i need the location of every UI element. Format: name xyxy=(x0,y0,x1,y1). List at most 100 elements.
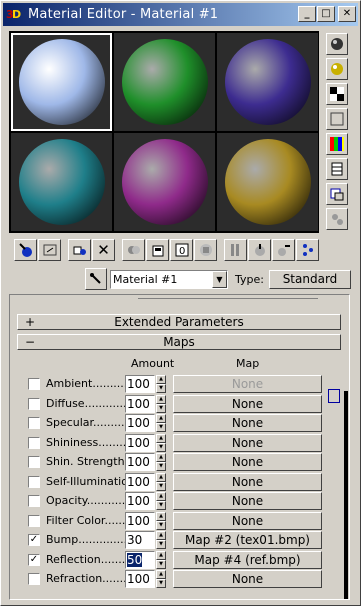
title-bar[interactable]: 3D Material Editor - Material #1 _ □ ✕ xyxy=(3,3,358,26)
spin-up-icon[interactable]: ▲ xyxy=(156,433,166,443)
amount-field[interactable]: 100 xyxy=(125,394,155,413)
select-by-material-icon[interactable] xyxy=(326,208,348,230)
map-button[interactable]: Map #4 (ref.bmp) xyxy=(173,550,322,569)
amount-field[interactable]: 100 xyxy=(125,433,155,452)
go-to-parent-icon[interactable] xyxy=(248,239,271,261)
make-preview-icon[interactable] xyxy=(326,158,348,180)
spin-up-icon[interactable]: ▲ xyxy=(156,375,166,384)
close-button[interactable]: ✕ xyxy=(338,6,356,22)
spin-up-icon[interactable]: ▲ xyxy=(156,394,166,404)
go-forward-icon[interactable] xyxy=(272,239,295,261)
amount-spinner[interactable]: ▲ ▼ xyxy=(156,414,166,432)
map-button[interactable]: None xyxy=(173,433,322,452)
map-button[interactable]: None xyxy=(173,375,322,393)
amount-spinner[interactable]: ▲ ▼ xyxy=(156,492,166,510)
amount-spinner[interactable]: ▲ ▼ xyxy=(156,453,166,471)
reset-icon[interactable]: ✕ xyxy=(92,239,115,261)
map-enable-checkbox[interactable] xyxy=(28,456,40,468)
copy-material-icon[interactable] xyxy=(122,239,145,261)
spin-up-icon[interactable]: ▲ xyxy=(156,511,166,521)
map-enable-checkbox[interactable] xyxy=(28,514,40,527)
map-enable-checkbox[interactable]: ✓ xyxy=(28,553,40,566)
spin-down-icon[interactable]: ▼ xyxy=(156,559,166,569)
minimize-button[interactable]: _ xyxy=(298,6,316,22)
options-icon[interactable] xyxy=(326,183,348,205)
amount-field[interactable]: 30 xyxy=(125,531,155,549)
sample-slot[interactable] xyxy=(217,133,318,231)
amount-field[interactable]: 100 xyxy=(125,414,155,432)
amount-field[interactable]: 100 xyxy=(125,492,155,510)
pick-material-icon[interactable] xyxy=(85,268,107,290)
material-navigator-icon[interactable] xyxy=(296,239,319,261)
amount-field[interactable]: 50 xyxy=(125,550,155,569)
maps-rollout[interactable]: − Maps xyxy=(17,334,341,350)
sample-type-icon[interactable] xyxy=(326,33,348,55)
material-name-field[interactable]: Material #1 ▼ xyxy=(110,269,228,289)
show-map-icon[interactable] xyxy=(194,239,217,261)
amount-spinner[interactable]: ▲ ▼ xyxy=(156,433,166,452)
background-icon[interactable] xyxy=(326,83,348,105)
spin-down-icon[interactable]: ▼ xyxy=(156,423,166,432)
map-button[interactable]: None xyxy=(173,570,322,588)
assign-material-icon[interactable] xyxy=(68,239,91,261)
map-enable-checkbox[interactable] xyxy=(28,573,40,585)
spin-up-icon[interactable]: ▲ xyxy=(156,492,166,501)
map-button[interactable]: None xyxy=(173,453,322,471)
amount-spinner[interactable]: ▲ ▼ xyxy=(156,394,166,413)
map-enable-checkbox[interactable] xyxy=(28,475,40,488)
map-button[interactable]: None xyxy=(173,472,322,491)
spin-down-icon[interactable]: ▼ xyxy=(156,579,166,588)
map-button[interactable]: None xyxy=(173,394,322,413)
amount-spinner[interactable]: ▲ ▼ xyxy=(156,550,166,569)
amount-spinner[interactable]: ▲ ▼ xyxy=(156,570,166,588)
extended-parameters-rollout[interactable]: + Extended Parameters xyxy=(17,314,341,330)
spin-up-icon[interactable]: ▲ xyxy=(156,531,166,540)
spin-up-icon[interactable]: ▲ xyxy=(156,550,166,560)
spin-down-icon[interactable]: ▼ xyxy=(156,442,166,452)
spin-down-icon[interactable]: ▼ xyxy=(156,403,166,413)
material-type-button[interactable]: Standard xyxy=(268,269,351,289)
get-material-icon[interactable] xyxy=(14,239,37,261)
spin-down-icon[interactable]: ▼ xyxy=(156,481,166,491)
amount-field[interactable]: 100 xyxy=(125,375,155,393)
video-check-icon[interactable] xyxy=(326,133,348,155)
sample-slot[interactable] xyxy=(217,33,318,131)
spin-up-icon[interactable]: ▲ xyxy=(156,414,166,423)
amount-spinner[interactable]: ▲ ▼ xyxy=(156,472,166,491)
map-enable-checkbox[interactable] xyxy=(28,378,40,390)
amount-spinner[interactable]: ▲ ▼ xyxy=(156,511,166,530)
amount-field[interactable]: 100 xyxy=(125,511,155,530)
put-to-scene-icon[interactable] xyxy=(38,239,61,261)
map-enable-checkbox[interactable] xyxy=(28,436,40,449)
map-enable-checkbox[interactable] xyxy=(28,417,40,429)
sample-slot[interactable] xyxy=(11,133,112,231)
spin-down-icon[interactable]: ▼ xyxy=(156,540,166,549)
map-button[interactable]: None xyxy=(173,492,322,510)
maximize-button[interactable]: □ xyxy=(317,6,335,22)
backlight-icon[interactable] xyxy=(326,58,348,80)
spin-down-icon[interactable]: ▼ xyxy=(156,501,166,510)
spin-down-icon[interactable]: ▼ xyxy=(156,520,166,530)
sample-slot[interactable] xyxy=(11,33,112,131)
spin-up-icon[interactable]: ▲ xyxy=(156,570,166,579)
amount-spinner[interactable]: ▲ ▼ xyxy=(156,375,166,393)
sample-slot[interactable] xyxy=(114,33,215,131)
effects-channel-icon[interactable]: 0 xyxy=(170,239,193,261)
spin-up-icon[interactable]: ▲ xyxy=(156,472,166,482)
map-enable-checkbox[interactable]: ✓ xyxy=(28,534,40,546)
amount-field[interactable]: 100 xyxy=(125,453,155,471)
spin-down-icon[interactable]: ▼ xyxy=(156,384,166,393)
map-enable-checkbox[interactable] xyxy=(28,397,40,410)
sample-slot[interactable] xyxy=(114,133,215,231)
map-button[interactable]: None xyxy=(173,414,322,432)
map-button[interactable]: Map #2 (tex01.bmp) xyxy=(173,531,322,549)
scrollbar[interactable] xyxy=(344,391,348,599)
map-button[interactable]: None xyxy=(173,511,322,530)
amount-field[interactable]: 100 xyxy=(125,570,155,588)
show-end-result-icon[interactable] xyxy=(224,239,247,261)
lock-icon[interactable] xyxy=(328,389,340,403)
tiling-icon[interactable] xyxy=(326,108,348,130)
amount-spinner[interactable]: ▲ ▼ xyxy=(156,531,166,549)
spin-down-icon[interactable]: ▼ xyxy=(156,462,166,471)
chevron-down-icon[interactable]: ▼ xyxy=(212,270,227,288)
